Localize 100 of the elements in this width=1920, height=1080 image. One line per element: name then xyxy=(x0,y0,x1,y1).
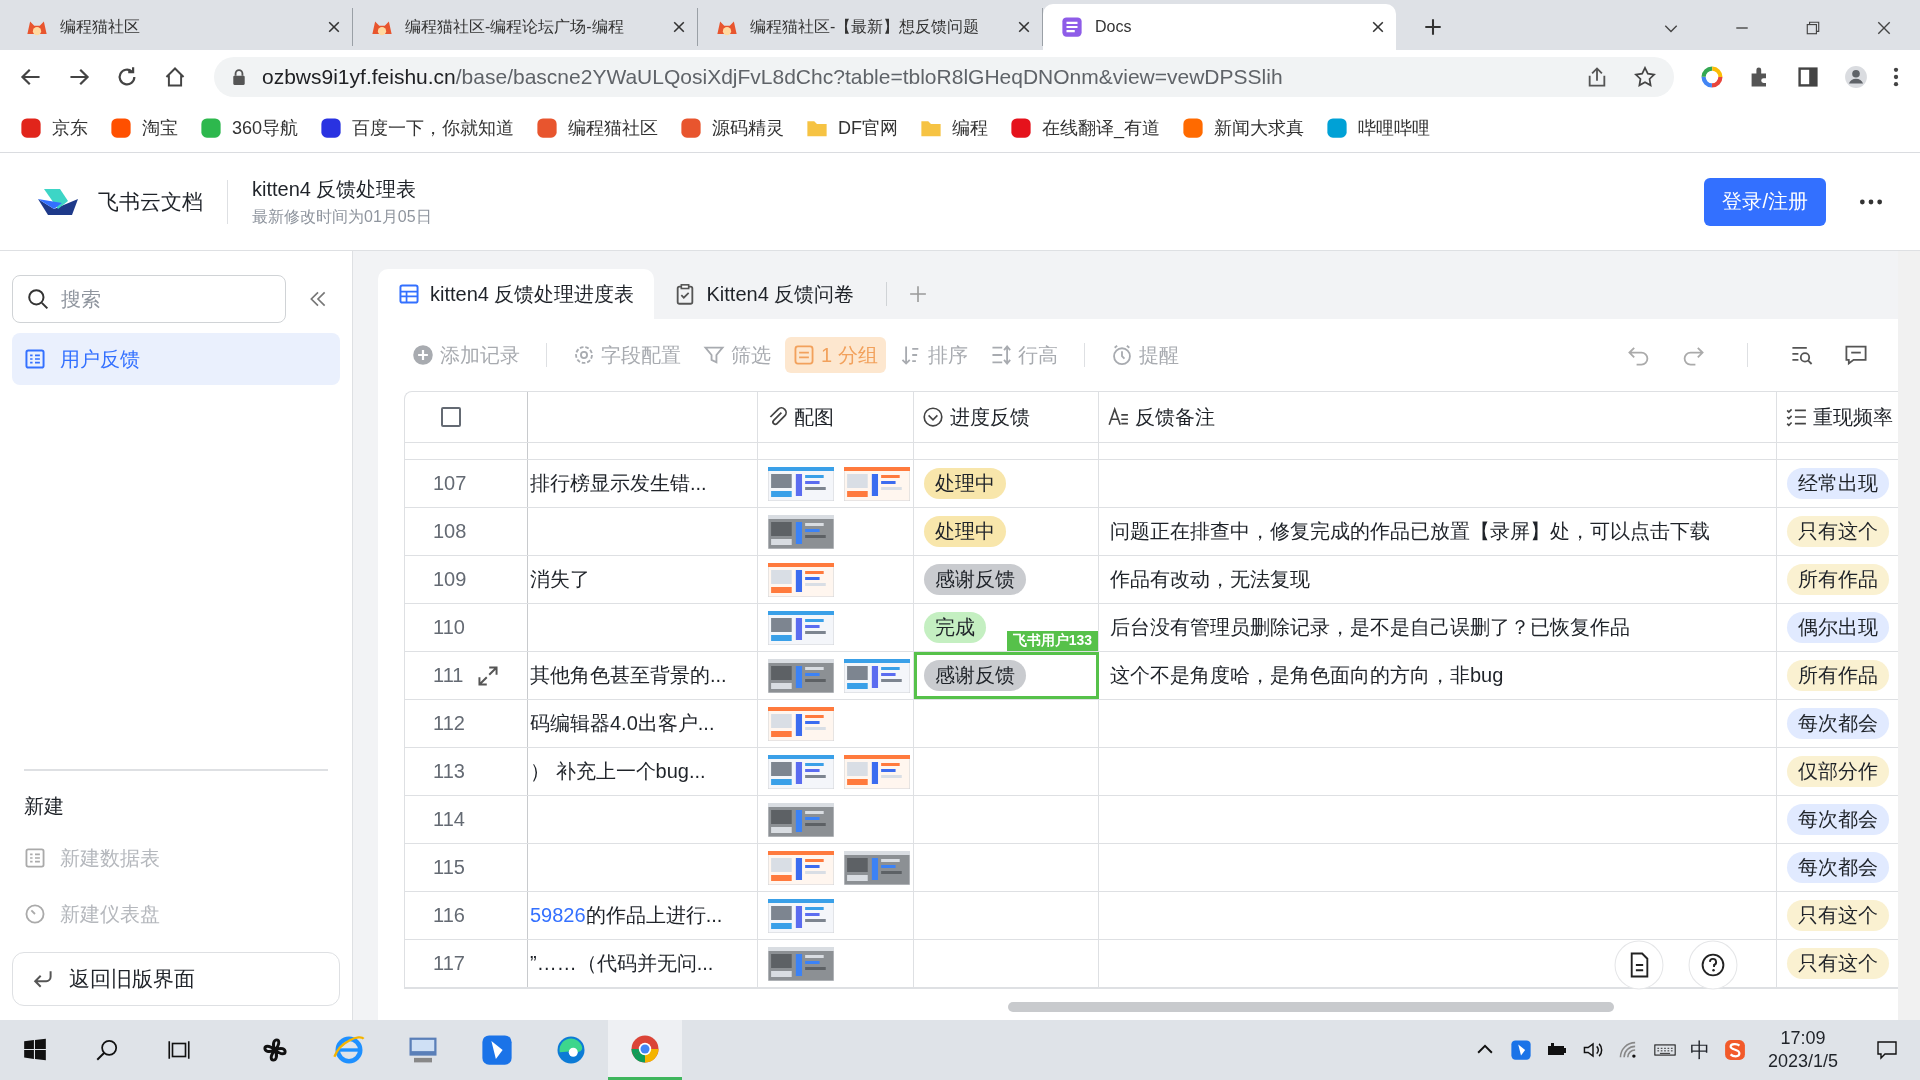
remark-text: 后台没有管理员删除记录，是不是自己误删了？已恢复作品 xyxy=(1110,615,1630,640)
scrollbar[interactable] xyxy=(1008,1002,1614,1012)
more-icon[interactable] xyxy=(1858,197,1884,206)
document-icon[interactable] xyxy=(1614,940,1664,990)
star-icon[interactable] xyxy=(1634,65,1656,88)
row-number: 108 xyxy=(433,520,467,543)
row-number: 111 xyxy=(433,664,464,687)
bookmark[interactable]: 京东 xyxy=(20,115,88,140)
clock[interactable]: 17:09 2023/1/5 xyxy=(1767,1026,1838,1074)
view-tab[interactable]: kitten4 反馈处理进度表 xyxy=(378,269,655,319)
view-tab[interactable]: Kitten4 反馈问卷 xyxy=(654,269,875,319)
share-icon[interactable] xyxy=(1586,65,1608,88)
document-title: kitten4 反馈处理表 xyxy=(252,176,418,202)
user-link[interactable]: 59826 xyxy=(530,904,586,926)
frequency-tag: 仅部分作 xyxy=(1787,756,1889,787)
site-icon xyxy=(1326,116,1349,139)
restore-icon[interactable] xyxy=(1805,20,1821,36)
lock-icon[interactable] xyxy=(232,68,246,85)
expand-icon[interactable] xyxy=(477,664,500,687)
frequency-tag: 只有这个 xyxy=(1787,900,1889,931)
selected-cell[interactable]: 感谢反馈 xyxy=(914,652,1099,699)
bookmark[interactable]: 哔哩哔哩 xyxy=(1326,115,1431,140)
bookmark[interactable]: 编程猫社区 xyxy=(536,115,659,140)
site-icon xyxy=(536,116,559,139)
new-tab-icon[interactable] xyxy=(1424,18,1442,36)
bookmark[interactable]: 编程 xyxy=(920,115,989,140)
record-title: 排行榜显示发生错... xyxy=(529,471,707,496)
status-tag: 完成 xyxy=(924,612,986,643)
remark-text: 这个不是角度哈，是角色面向的方向，非bug xyxy=(1110,663,1504,688)
column-header[interactable]: 进度反馈 xyxy=(914,392,1099,442)
table-icon xyxy=(24,348,46,370)
search-icon[interactable] xyxy=(94,1037,120,1063)
text-icon xyxy=(1107,406,1129,428)
close-icon[interactable] xyxy=(673,21,685,33)
column-header[interactable]: 重现频率 xyxy=(1777,392,1898,442)
close-icon[interactable] xyxy=(1018,21,1030,33)
frequency-tag: 经常出现 xyxy=(1787,468,1889,499)
record-title: 59826的作品上进行... xyxy=(529,903,723,928)
group-icon xyxy=(793,344,815,366)
frequency-tag: 所有作品 xyxy=(1787,564,1889,595)
record-title: 码编辑器4.0出客户... xyxy=(529,711,715,736)
side-panel-icon[interactable] xyxy=(1796,64,1820,89)
feishu-tray-icon[interactable] xyxy=(1509,1039,1532,1061)
docs-icon xyxy=(1061,16,1083,38)
column-header[interactable]: 配图 xyxy=(758,392,914,442)
record-title: ） 补充上一个bug... xyxy=(529,759,706,784)
row-number: 110 xyxy=(433,616,465,639)
row-number: 107 xyxy=(433,472,467,495)
browser-tab[interactable]: 编程猫社区 xyxy=(8,8,353,46)
bookmark[interactable]: 新闻大求真 xyxy=(1182,115,1305,140)
close-icon[interactable] xyxy=(1372,21,1384,33)
scrollbar[interactable] xyxy=(1898,251,1920,1020)
avatar-icon[interactable] xyxy=(1844,64,1868,89)
search-input[interactable]: 搜索 xyxy=(59,286,263,312)
bookmark[interactable]: 百度一下，你就知道 xyxy=(320,115,515,140)
filter-icon xyxy=(703,344,725,366)
bookmark[interactable]: 360导航 xyxy=(200,115,299,140)
collapse-icon[interactable] xyxy=(308,289,328,309)
site-icon xyxy=(110,116,132,139)
windows-start-icon[interactable] xyxy=(22,1037,48,1063)
row-number: 112 xyxy=(433,712,465,735)
height-icon xyxy=(989,344,1012,366)
remark-text: 作品有改动，无法复现 xyxy=(1110,567,1310,592)
help-icon[interactable] xyxy=(1688,940,1738,990)
login-button[interactable]: 登录/注册 xyxy=(1704,177,1826,226)
home-icon[interactable] xyxy=(164,65,186,88)
back-to-old-button[interactable]: 返回旧版界面 xyxy=(12,952,340,1006)
frequency-tag: 偶尔出现 xyxy=(1787,612,1889,643)
row-number: 116 xyxy=(433,904,465,927)
dropdown-circle-icon xyxy=(922,406,944,428)
browser-tab[interactable]: 编程猫社区-编程论坛广场-编程 xyxy=(353,8,698,46)
address-field[interactable]: ozbws9i1yf.feishu.cn/base/bascne2YWaULQosiXdjFvL8dChc?table=tbloR8lGHeqDNOnm&view=vewDPSSlih xyxy=(214,56,1674,97)
browser-tab[interactable]: Docs xyxy=(1043,4,1396,50)
row-number: 117 xyxy=(433,952,465,975)
bookmark[interactable]: DF官网 xyxy=(806,115,899,140)
reload-icon[interactable] xyxy=(116,65,138,88)
bookmark[interactable]: 在线翻译_有道 xyxy=(1010,115,1161,140)
remind-icon xyxy=(1110,344,1133,366)
search-field[interactable]: 搜索 xyxy=(12,275,286,323)
row-number: 114 xyxy=(433,808,465,831)
bookmark[interactable]: 淘宝 xyxy=(110,115,178,140)
remark-text: 问题正在排查中，修复完成的作品已放置【录屏】处，可以点击下载 xyxy=(1110,519,1710,544)
notification-icon[interactable] xyxy=(1876,1039,1898,1061)
sidebar-item[interactable]: 用户反馈 xyxy=(12,333,340,385)
comment-icon[interactable] xyxy=(1844,343,1868,367)
site-icon xyxy=(320,116,343,139)
select-all-checkbox[interactable] xyxy=(441,407,461,427)
frequency-tag: 所有作品 xyxy=(1787,660,1889,691)
status-tag: 处理中 xyxy=(924,516,1006,547)
column-header[interactable]: 反馈备注 xyxy=(1099,392,1777,442)
bookmark[interactable]: 源码精灵 xyxy=(680,115,785,140)
ring-icon[interactable] xyxy=(1700,64,1724,89)
close-icon[interactable] xyxy=(1876,20,1892,36)
modified-time: 最新修改时间为01月05日 xyxy=(252,206,432,227)
table-icon xyxy=(24,847,46,869)
input-method-indicator[interactable]: 中 xyxy=(1689,1036,1710,1064)
sogou-icon[interactable] xyxy=(1723,1039,1746,1061)
site-icon xyxy=(200,116,222,139)
close-icon[interactable] xyxy=(328,21,340,33)
frequency-tag: 每次都会 xyxy=(1787,708,1889,739)
